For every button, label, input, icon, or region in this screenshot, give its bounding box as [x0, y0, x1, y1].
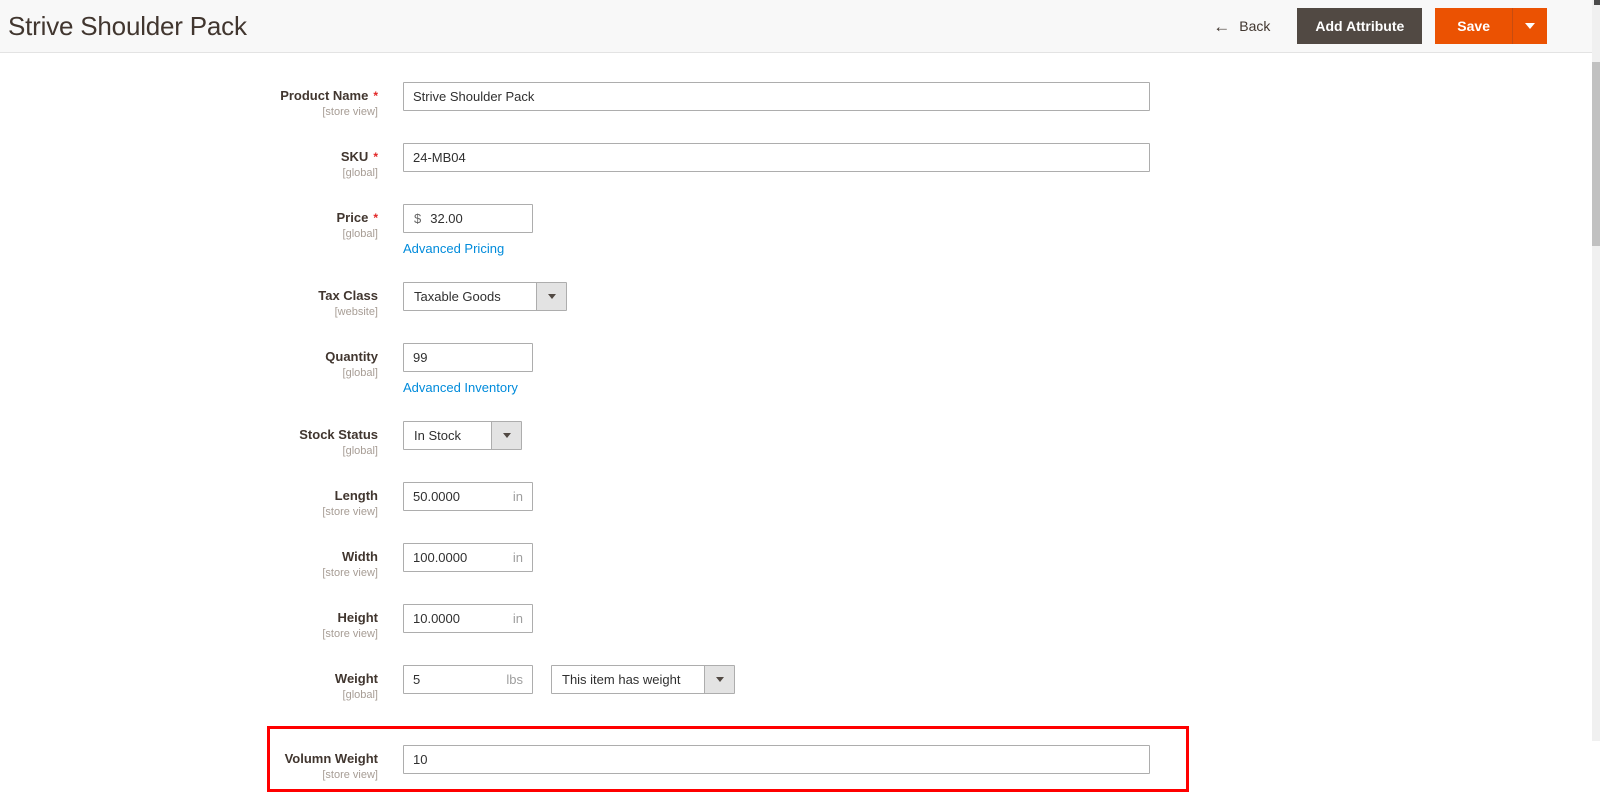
field-row-quantity: Quantity [global] Advanced Inventory	[0, 343, 1600, 396]
length-input[interactable]	[404, 483, 513, 510]
field-row-width: Width [store view] in	[0, 543, 1600, 579]
product-name-scope: [store view]	[322, 106, 378, 118]
save-dropdown-toggle[interactable]	[1512, 8, 1547, 44]
height-input-box: in	[403, 604, 533, 633]
field-row-height: Height [store view] in	[0, 604, 1600, 640]
currency-prefix: $	[414, 211, 422, 226]
chevron-down-icon	[1525, 23, 1535, 29]
volumn-weight-input[interactable]	[404, 746, 1149, 773]
width-unit-suffix: in	[512, 550, 523, 565]
weight-input[interactable]	[404, 666, 507, 693]
quantity-input-box	[403, 343, 533, 372]
field-row-length: Length [store view] in	[0, 482, 1600, 518]
product-form: Product Name * [store view] SKU * [globa…	[0, 53, 1600, 792]
vertical-scrollbar[interactable]	[1592, 0, 1600, 741]
field-row-product-name: Product Name * [store view]	[0, 82, 1600, 118]
required-asterisk: *	[373, 211, 378, 225]
tax-class-selected-value: Taxable Goods	[414, 289, 501, 304]
tax-class-scope: [website]	[334, 306, 378, 318]
chevron-down-icon	[547, 294, 556, 299]
length-scope: [store view]	[322, 506, 378, 518]
page-header: Strive Shoulder Pack ← Back Add Attribut…	[0, 0, 1600, 53]
field-row-volumn-weight: Volumn Weight [store view]	[270, 745, 1186, 781]
weight-input-box: lbs	[403, 665, 533, 694]
price-input[interactable]	[421, 205, 532, 232]
price-label: Price	[336, 210, 369, 225]
field-row-sku: SKU * [global]	[0, 143, 1600, 179]
has-weight-select[interactable]: This item has weight	[551, 665, 735, 694]
stock-status-dropdown-button	[491, 422, 521, 449]
stock-status-selected-value: In Stock	[414, 428, 461, 443]
required-asterisk: *	[373, 150, 378, 164]
field-row-weight: Weight [global] lbs This item has weight	[0, 665, 1600, 701]
width-scope: [store view]	[322, 567, 378, 579]
tax-class-dropdown-button	[536, 283, 566, 310]
product-name-input-box	[403, 82, 1150, 111]
volumn-weight-label: Volumn Weight	[284, 751, 378, 766]
advanced-inventory-link[interactable]: Advanced Inventory	[403, 380, 518, 396]
length-input-box: in	[403, 482, 533, 511]
field-row-price: Price * [global] $ Advanced Pricing	[0, 204, 1600, 257]
chevron-down-icon	[715, 677, 724, 682]
scrollbar-top-artifact	[1594, 0, 1600, 5]
tax-class-select[interactable]: Taxable Goods	[403, 282, 567, 311]
chevron-down-icon	[502, 433, 511, 438]
product-name-label: Product Name	[280, 88, 369, 103]
height-label: Height	[337, 610, 378, 625]
price-scope: [global]	[342, 228, 378, 240]
field-row-stock-status: Stock Status [global] In Stock	[0, 421, 1600, 457]
sku-scope: [global]	[342, 167, 378, 179]
sku-input-box	[403, 143, 1150, 172]
weight-scope: [global]	[342, 689, 378, 701]
product-name-input[interactable]	[404, 83, 1149, 110]
quantity-input[interactable]	[404, 344, 532, 371]
volumn-weight-input-box	[403, 745, 1150, 774]
stock-status-select[interactable]: In Stock	[403, 421, 522, 450]
quantity-label: Quantity	[325, 349, 378, 364]
height-input[interactable]	[404, 605, 513, 632]
length-unit-suffix: in	[512, 489, 523, 504]
width-input-box: in	[403, 543, 533, 572]
width-label: Width	[342, 549, 378, 564]
has-weight-selected-value: This item has weight	[562, 672, 681, 687]
field-row-tax-class: Tax Class [website] Taxable Goods	[0, 282, 1600, 318]
required-asterisk: *	[373, 89, 378, 103]
has-weight-dropdown-button	[704, 666, 734, 693]
add-attribute-button[interactable]: Add Attribute	[1297, 8, 1423, 44]
save-button[interactable]: Save	[1435, 8, 1512, 44]
tax-class-label: Tax Class	[318, 288, 378, 303]
back-label: Back	[1239, 18, 1271, 34]
back-button[interactable]: ← Back	[1213, 18, 1270, 35]
save-split-button: Save	[1435, 8, 1547, 44]
red-annotation-box: Volumn Weight [store view]	[267, 726, 1189, 792]
stock-status-scope: [global]	[342, 445, 378, 457]
back-arrow-icon: ←	[1213, 16, 1231, 36]
page-title: Strive Shoulder Pack	[8, 10, 247, 41]
weight-unit-suffix: lbs	[506, 672, 523, 687]
height-unit-suffix: in	[512, 611, 523, 626]
header-actions: ← Back Add Attribute Save	[1213, 8, 1547, 44]
height-scope: [store view]	[322, 628, 378, 640]
width-input[interactable]	[404, 544, 513, 571]
sku-label: SKU	[340, 149, 369, 164]
advanced-pricing-link[interactable]: Advanced Pricing	[403, 241, 504, 257]
length-label: Length	[334, 488, 378, 503]
stock-status-label: Stock Status	[299, 427, 378, 442]
weight-label: Weight	[334, 671, 378, 686]
quantity-scope: [global]	[342, 367, 378, 379]
sku-input[interactable]	[404, 144, 1149, 171]
scrollbar-thumb[interactable]	[1592, 62, 1600, 246]
price-input-box: $	[403, 204, 533, 233]
volumn-weight-scope: [store view]	[322, 769, 378, 781]
